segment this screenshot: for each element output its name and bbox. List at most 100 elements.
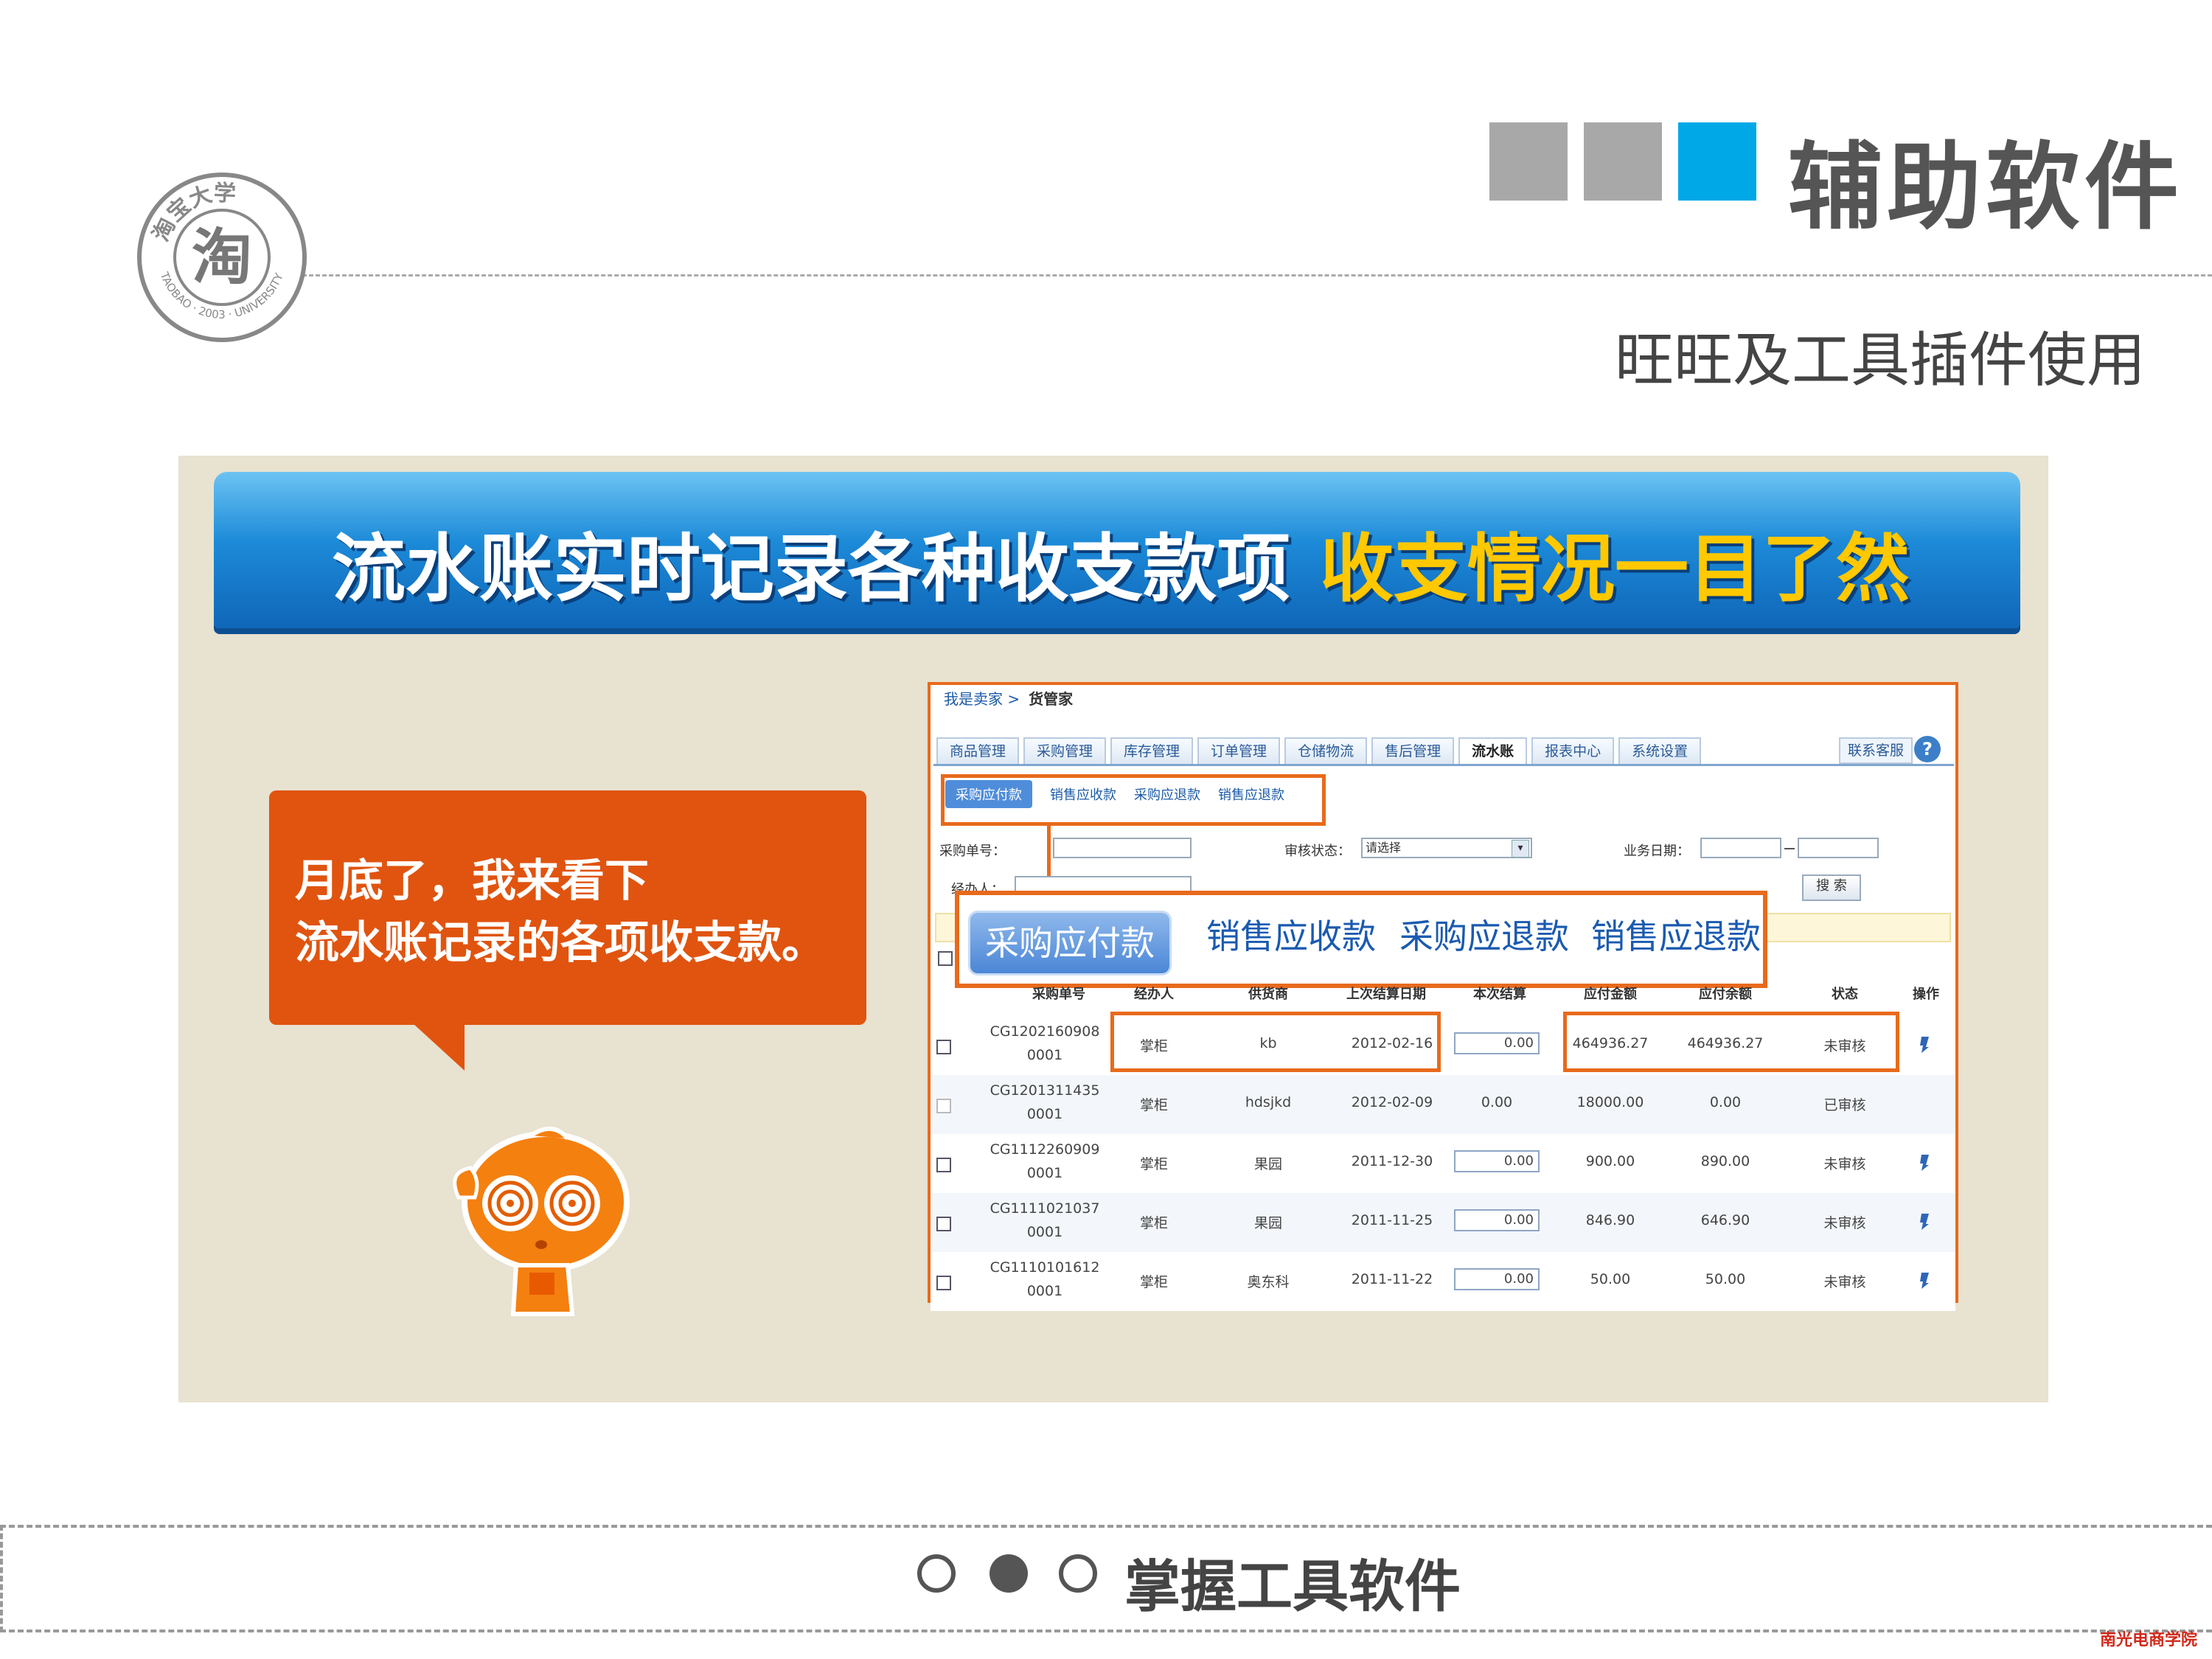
breadcrumb-link[interactable]: 我是卖家 > [944, 690, 1020, 708]
table-row: CG1112260909 0001 掌柜 果园 2011-12-30 0.00 … [931, 1134, 1955, 1194]
tab-ledger[interactable]: 流水账 [1458, 737, 1528, 764]
order-no-input[interactable] [1053, 838, 1192, 858]
table-row: CG1111021037 0001 掌柜 果园 2011-11-25 0.00 … [931, 1193, 1955, 1253]
handler: 掌柜 [1139, 1156, 1168, 1172]
table-row: CG1110101612 0001 掌柜 奥东科 2011-11-22 0.00… [931, 1252, 1955, 1311]
supplier: 果园 [1253, 1156, 1282, 1172]
payable-amount: 50.00 [1590, 1271, 1631, 1287]
status: 已审核 [1823, 1097, 1866, 1113]
order-no: CG1202160908 [990, 1023, 1100, 1040]
footer-band-edge [0, 1525, 7, 1632]
status: 未审核 [1823, 1156, 1866, 1172]
col-actions: 操作 [1913, 987, 1939, 1002]
row-checkbox [936, 1099, 951, 1113]
banner-text: 流水账实时记录各种收支款项 收支情况一目了然 [332, 509, 1910, 616]
balance-amount: 646.90 [1700, 1212, 1750, 1228]
date-label: 业务日期： [1624, 844, 1690, 859]
order-no: CG1110101612 [990, 1259, 1100, 1276]
col-order-no: 采购单号 [1032, 987, 1085, 1002]
order-no-suffix: 0001 [1026, 1165, 1063, 1181]
tab-reports[interactable]: 报表中心 [1531, 737, 1615, 764]
tabs-divider [933, 764, 1954, 766]
search-button[interactable]: 搜 索 [1802, 874, 1861, 901]
order-no: CG1201311435 [990, 1082, 1100, 1099]
tab-purchase[interactable]: 采购管理 [1023, 737, 1107, 764]
tab-orders[interactable]: 订单管理 [1197, 737, 1281, 764]
balance-amount: 50.00 [1705, 1271, 1746, 1287]
payable-amount: 846.90 [1585, 1212, 1635, 1228]
payable-amount: 900.00 [1585, 1153, 1635, 1169]
handler: 掌柜 [1139, 1274, 1168, 1290]
breadcrumb: 我是卖家 > 货管家 [944, 687, 1073, 709]
banner-text-yellow: 收支情况一目了然 [1320, 526, 1910, 612]
supplier: 奥东科 [1247, 1274, 1290, 1290]
last-settle-date: 2011-11-22 [1351, 1271, 1433, 1287]
table-row: CG1201311435 0001 掌柜 hdsjkd 2012-02-09 0… [931, 1075, 1955, 1135]
header-square-1 [1489, 122, 1568, 201]
footer-circle-1 [917, 1554, 956, 1593]
date-from-input[interactable] [1700, 838, 1781, 858]
order-no-suffix: 0001 [1026, 1283, 1063, 1299]
breadcrumb-current: 货管家 [1029, 690, 1074, 708]
settle-amount-input[interactable]: 0.00 [1454, 1209, 1540, 1231]
order-no: CG1112260909 [990, 1141, 1100, 1158]
tab-inventory[interactable]: 库存管理 [1110, 737, 1194, 764]
page-title: 辅助软件 [1788, 133, 2184, 243]
review-status-value: 请选择 [1366, 841, 1402, 855]
last-settle-date: 2011-11-25 [1351, 1212, 1433, 1228]
row-checkbox[interactable] [936, 1217, 951, 1231]
bubble-line-1: 月底了，我来看下 [295, 855, 649, 907]
col-status: 状态 [1832, 987, 1858, 1002]
settle-amount-input[interactable]: 0.00 [1454, 1150, 1540, 1172]
edit-icon[interactable] [1919, 1035, 1932, 1054]
status: 未审核 [1823, 1274, 1866, 1290]
supplier: 果园 [1253, 1215, 1282, 1231]
date-range-dash [1784, 848, 1795, 849]
tab-settings[interactable]: 系统设置 [1618, 737, 1702, 764]
col-balance: 应付余额 [1699, 987, 1752, 1002]
zoomed-subtab-sales-receivable[interactable]: 销售应收款 [1206, 910, 1376, 959]
tab-logistics[interactable]: 仓储物流 [1284, 737, 1368, 764]
zoomed-subtab-sales-refund[interactable]: 销售应退款 [1591, 910, 1761, 959]
date-to-input[interactable] [1798, 838, 1879, 858]
row-highlight-left [1110, 1012, 1441, 1072]
footer-stamp: 南光电商学院 [2100, 1631, 2198, 1649]
last-settle-date: 2011-12-30 [1351, 1153, 1433, 1169]
last-settle-date: 2012-02-09 [1351, 1094, 1433, 1110]
col-supplier: 供货商 [1248, 987, 1288, 1002]
row-checkbox[interactable] [936, 1040, 951, 1054]
row-checkbox[interactable] [936, 1158, 951, 1172]
help-icon[interactable]: ? [1914, 736, 1941, 762]
chevron-down-icon: ▾ [1512, 840, 1529, 858]
row-highlight-right [1563, 1012, 1899, 1072]
review-status-select[interactable]: 请选择 ▾ [1361, 838, 1532, 858]
order-no-label: 采购单号： [939, 844, 1006, 859]
review-status-label: 审核状态： [1284, 844, 1351, 859]
settle-amount-input[interactable]: 0.00 [1454, 1268, 1540, 1290]
footer-circle-3 [1059, 1554, 1097, 1593]
footer-circle-2 [990, 1554, 1028, 1593]
order-no-suffix: 0001 [1026, 1047, 1063, 1063]
row-checkbox[interactable] [936, 1276, 951, 1290]
speech-bubble-tail [413, 1023, 465, 1071]
col-last-settle-date: 上次结算日期 [1346, 987, 1426, 1002]
payable-amount: 18000.00 [1576, 1094, 1644, 1110]
settle-amount-input[interactable]: 0.00 [1454, 1032, 1540, 1054]
col-this-settle: 本次结算 [1473, 987, 1526, 1002]
contact-support-button[interactable]: 联系客服 [1839, 737, 1913, 764]
main-tabs: 商品管理 采购管理 库存管理 订单管理 仓储物流 售后管理 流水账 报表中心 系… [936, 737, 1705, 764]
bubble-line-2: 流水账记录的各项收支款。 [295, 917, 826, 969]
edit-icon[interactable] [1919, 1153, 1932, 1172]
footer-text: 掌握工具软件 [1124, 1554, 1461, 1619]
col-handler: 经办人 [1134, 987, 1174, 1002]
tab-goods[interactable]: 商品管理 [936, 737, 1020, 764]
zoomed-subtab-purchase-payable[interactable]: 采购应付款 [970, 913, 1169, 973]
zoomed-subtab-purchase-refund[interactable]: 采购应退款 [1399, 910, 1569, 959]
select-all-checkbox[interactable] [938, 951, 953, 966]
edit-icon[interactable] [1919, 1271, 1932, 1290]
mascot-icon [453, 1127, 630, 1316]
tab-aftersales[interactable]: 售后管理 [1371, 737, 1455, 764]
status: 未审核 [1823, 1215, 1866, 1231]
settle-amount: 0.00 [1481, 1094, 1513, 1110]
edit-icon[interactable] [1919, 1212, 1932, 1231]
